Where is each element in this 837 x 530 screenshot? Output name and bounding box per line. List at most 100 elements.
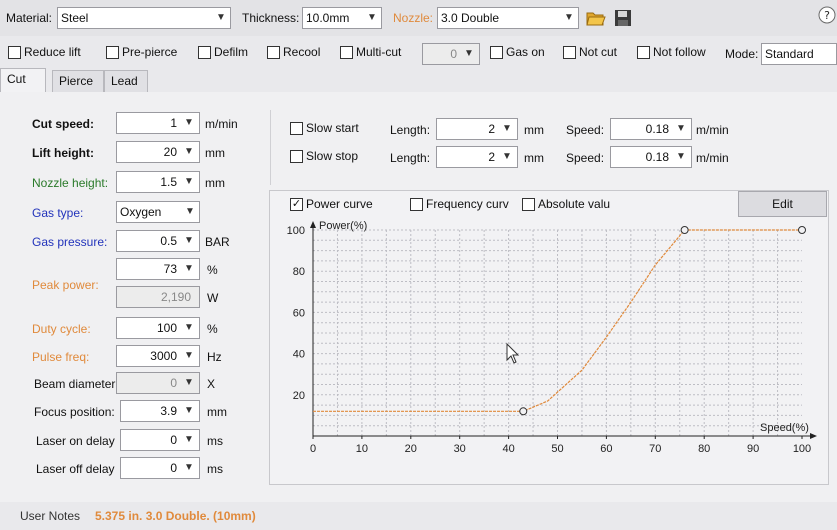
nozzle-value: 3.0 Double bbox=[441, 11, 500, 25]
recool-label: Recool bbox=[283, 45, 321, 59]
x-tick-label: 30 bbox=[454, 443, 466, 455]
thickness-label: Thickness: bbox=[242, 11, 300, 25]
help-icon[interactable]: ? bbox=[818, 6, 836, 24]
chevron-down-icon: ▼ bbox=[676, 123, 686, 134]
tab-pierce-label: Pierce bbox=[59, 74, 94, 88]
not-follow-label: Not follow bbox=[653, 45, 706, 59]
nozzle-select[interactable]: 3.0 Double ▼ bbox=[437, 7, 579, 29]
absolute-value-checkbox[interactable]: Absolute valu bbox=[522, 197, 610, 211]
curve-control-point bbox=[680, 226, 689, 234]
defilm-label: Defilm bbox=[214, 45, 249, 59]
recool-checkbox[interactable]: Recool bbox=[267, 45, 320, 59]
laser-off-delay-stepper[interactable]: 0 ▼ bbox=[120, 457, 200, 479]
slow-start-length-unit: mm bbox=[524, 123, 544, 137]
slow-start-length-label: Length: bbox=[390, 123, 431, 137]
multi-cut-count-stepper[interactable]: 0 ▼ bbox=[422, 43, 480, 65]
nozzle-height-stepper[interactable]: 1.5 ▼ bbox=[116, 171, 200, 193]
defilm-checkbox[interactable]: Defilm bbox=[198, 45, 248, 59]
duty-cycle-label: Duty cycle: bbox=[32, 322, 91, 336]
gas-type-label: Gas type: bbox=[32, 206, 84, 220]
laser-on-delay-stepper[interactable]: 0 ▼ bbox=[120, 429, 200, 451]
edit-button[interactable]: Edit bbox=[738, 191, 827, 217]
pulse-freq-stepper[interactable]: 3000 ▼ bbox=[116, 345, 200, 367]
not-cut-checkbox[interactable]: Not cut bbox=[563, 45, 617, 59]
multi-cut-checkbox[interactable]: Multi-cut bbox=[340, 45, 401, 59]
multi-cut-count-value: 0 bbox=[450, 47, 457, 61]
duty-cycle-stepper[interactable]: 100 ▼ bbox=[116, 317, 200, 339]
tab-pierce[interactable]: Pierce bbox=[52, 70, 104, 92]
pulse-freq-value: 3000 bbox=[150, 349, 177, 363]
chart-control-points bbox=[519, 226, 806, 416]
focus-position-stepper[interactable]: 3.9 ▼ bbox=[120, 400, 200, 422]
slow-stop-checkbox[interactable]: Slow stop bbox=[290, 149, 358, 163]
chevron-down-icon: ▼ bbox=[184, 350, 194, 361]
beam-diameter-label: Beam diameter bbox=[34, 377, 116, 391]
material-label: Material: bbox=[6, 11, 53, 25]
chevron-down-icon: ▼ bbox=[184, 263, 194, 274]
chevron-down-icon: ▼ bbox=[185, 206, 195, 217]
x-tick-label: 10 bbox=[356, 443, 368, 455]
gas-on-checkbox[interactable]: Gas on bbox=[490, 45, 545, 59]
y-tick-label: 60 bbox=[293, 307, 305, 319]
slow-stop-length-unit: mm bbox=[524, 151, 544, 165]
slow-stop-speed-stepper[interactable]: 0.18 ▼ bbox=[610, 146, 692, 168]
gas-type-value: Oxygen bbox=[120, 205, 162, 219]
slow-start-length-value: 2 bbox=[488, 122, 495, 136]
laser-off-delay-label: Laser off delay bbox=[36, 462, 115, 476]
pre-pierce-checkbox[interactable]: Pre-pierce bbox=[106, 45, 177, 59]
slow-stop-speed-label: Speed: bbox=[566, 151, 605, 165]
multi-cut-label: Multi-cut bbox=[356, 45, 402, 59]
tab-lead[interactable]: Lead bbox=[104, 70, 148, 92]
reduce-lift-label: Reduce lift bbox=[24, 45, 81, 59]
tab-cut[interactable]: Cut bbox=[0, 68, 46, 92]
checkbox-box bbox=[267, 45, 280, 59]
slow-start-speed-stepper[interactable]: 0.18 ▼ bbox=[610, 118, 692, 140]
x-tick-label: 60 bbox=[600, 443, 612, 455]
laser-off-delay-unit: ms bbox=[207, 462, 223, 476]
save-icon[interactable] bbox=[614, 9, 632, 27]
slow-start-checkbox[interactable]: Slow start bbox=[290, 121, 359, 135]
power-curve-checkbox[interactable]: ✓ Power curve bbox=[290, 197, 373, 211]
checkbox-box bbox=[340, 45, 353, 59]
frequency-curve-label: Frequency curv bbox=[426, 197, 509, 211]
checkbox-box bbox=[8, 45, 21, 59]
peak-power-watts-field: 2,190 bbox=[116, 286, 200, 308]
power-curve-chart[interactable]: 0 10 20 30 40 50 60 70 80 90 100 20 40 60 80 100 Power(… bbox=[270, 218, 826, 482]
svg-text:?: ? bbox=[824, 9, 830, 22]
lift-height-stepper[interactable]: 20 ▼ bbox=[116, 141, 200, 163]
chevron-down-icon: ▼ bbox=[564, 12, 574, 23]
nozzle-height-value: 1.5 bbox=[160, 175, 177, 189]
laser-on-delay-label: Laser on delay bbox=[36, 434, 115, 448]
slow-start-length-stepper[interactable]: 2 ▼ bbox=[436, 118, 518, 140]
material-select[interactable]: Steel ▼ bbox=[57, 7, 231, 29]
gas-on-label: Gas on bbox=[506, 45, 545, 59]
material-value: Steel bbox=[61, 11, 89, 25]
slow-stop-label: Slow stop bbox=[306, 149, 359, 163]
checkbox-box bbox=[522, 197, 535, 211]
chevron-down-icon: ▼ bbox=[676, 151, 686, 162]
not-follow-checkbox[interactable]: Not follow bbox=[637, 45, 706, 59]
beam-diameter-stepper[interactable]: 0 ▼ bbox=[116, 372, 200, 394]
gas-type-select[interactable]: Oxygen ▼ bbox=[116, 201, 200, 223]
chevron-down-icon: ▼ bbox=[184, 322, 194, 333]
power-curve-label: Power curve bbox=[306, 197, 373, 211]
mode-select[interactable]: Standard bbox=[761, 43, 837, 65]
frequency-curve-checkbox[interactable]: Frequency curv bbox=[410, 197, 509, 211]
lift-height-unit: mm bbox=[205, 146, 225, 160]
peak-power-watts-unit: W bbox=[207, 291, 219, 305]
open-folder-icon[interactable] bbox=[586, 9, 606, 27]
reduce-lift-checkbox[interactable]: Reduce lift bbox=[8, 45, 81, 59]
slow-stop-length-stepper[interactable]: 2 ▼ bbox=[436, 146, 518, 168]
gas-pressure-stepper[interactable]: 0.5 ▼ bbox=[116, 230, 200, 252]
absolute-value-label: Absolute valu bbox=[538, 197, 611, 211]
cut-speed-stepper[interactable]: 1 ▼ bbox=[116, 112, 200, 134]
slow-stop-speed-value: 0.18 bbox=[645, 150, 669, 164]
slow-start-speed-unit: m/min bbox=[696, 123, 729, 137]
x-tick-label: 80 bbox=[698, 443, 710, 455]
thickness-select[interactable]: 10.0mm ▼ bbox=[302, 7, 382, 29]
cut-speed-unit: m/min bbox=[205, 117, 238, 131]
gas-pressure-value: 0.5 bbox=[160, 234, 177, 248]
tab-lead-label: Lead bbox=[111, 74, 138, 88]
peak-power-percent-stepper[interactable]: 73 ▼ bbox=[116, 258, 200, 280]
mouse-cursor-icon bbox=[506, 342, 520, 364]
